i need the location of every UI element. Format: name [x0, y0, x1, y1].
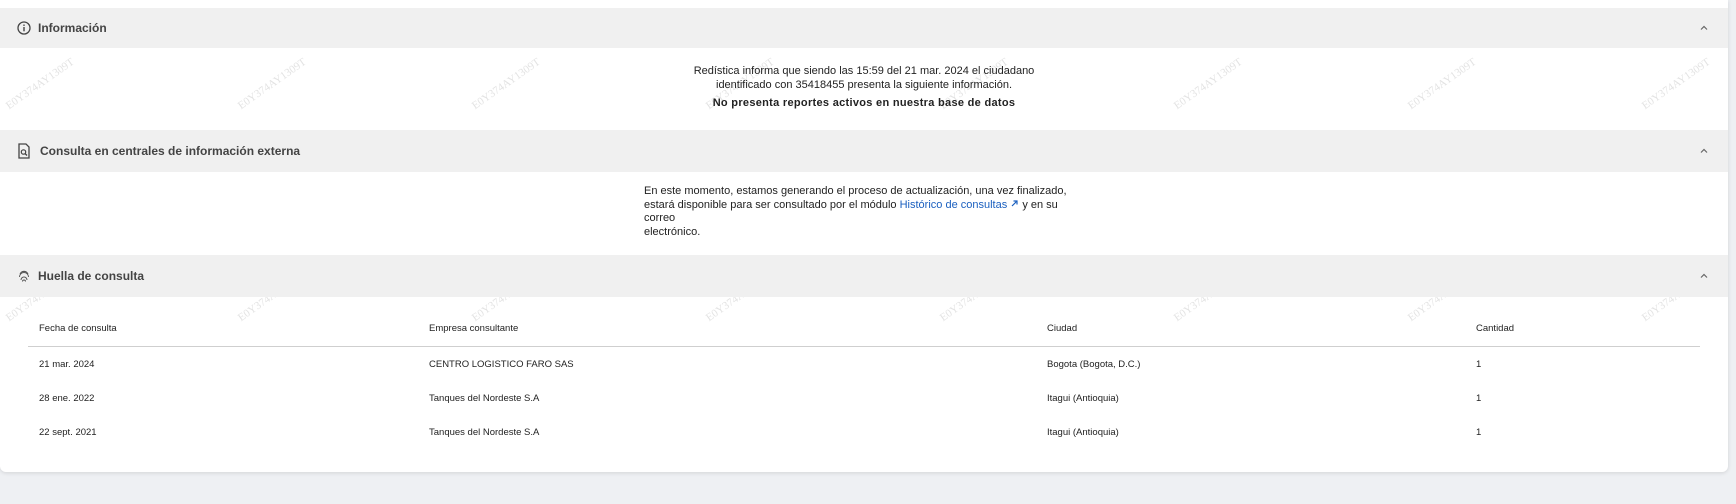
watermark: E0Y374AY1309T	[1639, 56, 1713, 112]
consulta-externa-line2-prefix: estará disponible para ser consultado po…	[644, 198, 900, 211]
chevron-up-icon[interactable]	[1696, 143, 1712, 159]
column-header-empresa: Empresa consultante	[418, 310, 1036, 347]
historico-consultas-link[interactable]: Histórico de consultas	[900, 199, 1020, 211]
chevron-up-icon[interactable]	[1696, 20, 1712, 36]
consulta-externa-title: Consulta en centrales de información ext…	[40, 144, 301, 158]
consulta-externa-line3: electrónico.	[644, 225, 701, 238]
informacion-status: No presenta reportes activos en nuestra …	[712, 97, 1016, 109]
table-row: 28 ene. 2022 Tanques del Nordeste S.A It…	[28, 381, 1700, 415]
cell-fecha: 28 ene. 2022	[39, 392, 95, 404]
document-id: 35418455	[795, 79, 845, 91]
column-header-ciudad: Ciudad	[1036, 310, 1465, 347]
watermark: E0Y374AY1309T	[3, 56, 77, 112]
table-header-row: Fecha de consulta Empresa consultante Ci…	[28, 310, 1700, 347]
informacion-header[interactable]: Información	[0, 8, 1728, 48]
chevron-up-icon[interactable]	[1696, 268, 1712, 284]
cell-ciudad: Bogota (Bogota, D.C.)	[1047, 358, 1141, 370]
document-search-icon	[16, 143, 32, 159]
informacion-line1: Redística informa que siendo las 15:59 d…	[693, 65, 1035, 77]
info-icon	[16, 20, 32, 36]
huella-table: Fecha de consulta Empresa consultante Ci…	[28, 310, 1700, 449]
watermark: E0Y374AY1309T	[235, 56, 309, 112]
cell-empresa: Tanques del Nordeste S.A	[429, 426, 540, 438]
cell-ciudad: Itagui (Antioquia)	[1047, 392, 1119, 404]
external-link-icon	[1011, 199, 1018, 206]
report-card: E0Y374AY1309T E0Y374AY1309T E0Y374AY1309…	[0, 0, 1728, 472]
huella-title: Huella de consulta	[38, 269, 145, 283]
cell-empresa: Tanques del Nordeste S.A	[429, 392, 540, 404]
informacion-message: Redística informa que siendo las 15:59 d…	[664, 64, 1064, 92]
cell-fecha: 22 sept. 2021	[39, 426, 97, 438]
consulta-externa-line1: En este momento, estamos generando el pr…	[644, 185, 1067, 197]
cell-empresa: CENTRO LOGISTICO FARO SAS	[429, 358, 574, 370]
informacion-line2-prefix: identificado con	[716, 79, 796, 91]
watermark: E0Y374AY1309T	[1171, 56, 1245, 112]
consulta-externa-header[interactable]: Consulta en centrales de información ext…	[0, 130, 1728, 172]
column-header-cantidad: Cantidad	[1465, 310, 1700, 347]
table-row: 21 mar. 2024 CENTRO LOGISTICO FARO SAS B…	[28, 347, 1700, 382]
consulta-externa-line2: estará disponible para ser consultado po…	[644, 199, 1084, 226]
column-header-fecha: Fecha de consulta	[28, 310, 418, 347]
cell-cantidad: 1	[1476, 426, 1482, 438]
cell-fecha: 21 mar. 2024	[39, 358, 95, 370]
watermark: E0Y374AY1309T	[1405, 56, 1479, 112]
watermark: E0Y374AY1309T	[469, 56, 543, 112]
historico-consultas-link-text[interactable]: Histórico de consultas	[900, 199, 1008, 211]
table-row: 22 sept. 2021 Tanques del Nordeste S.A I…	[28, 415, 1700, 449]
cell-cantidad: 1	[1476, 358, 1482, 370]
informacion-title: Información	[38, 21, 107, 35]
fingerprint-icon	[16, 268, 32, 284]
cell-ciudad: Itagui (Antioquia)	[1047, 426, 1119, 438]
consulta-externa-message: En este momento, estamos generando el pr…	[644, 185, 1084, 239]
informacion-line2-suffix: presenta la siguiente información.	[844, 79, 1013, 91]
informacion-line2: identificado con 35418455 presenta la si…	[664, 78, 1064, 92]
cell-cantidad: 1	[1476, 392, 1482, 404]
huella-header[interactable]: Huella de consulta	[0, 255, 1728, 297]
